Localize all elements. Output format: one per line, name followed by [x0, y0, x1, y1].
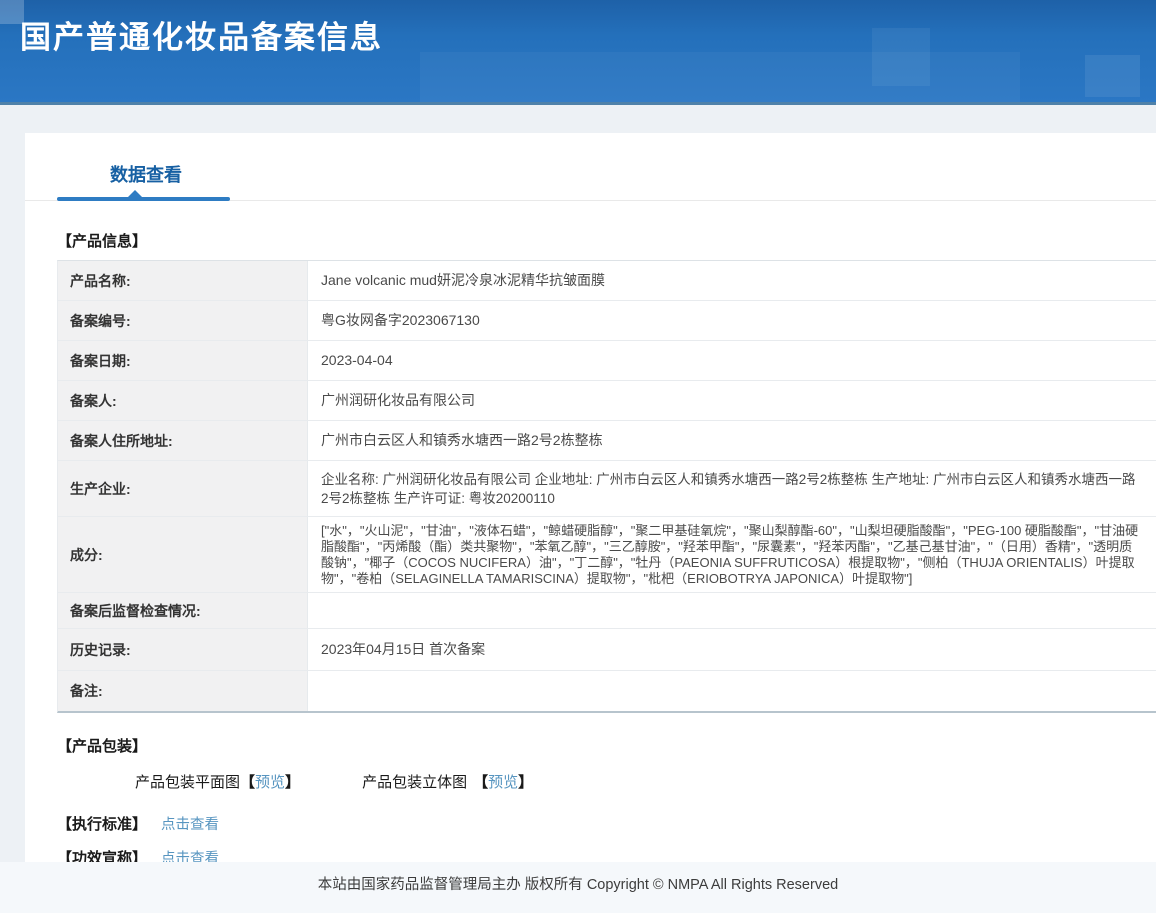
- table-row-ingredients: 成分: ["水"，"火山泥"，"甘油"，"液体石蜡"，"鲸蜡硬脂醇"，"聚二甲基…: [58, 517, 1156, 593]
- table-row-registration-date: 备案日期: 2023-04-04: [58, 341, 1156, 381]
- table-row-registrant-address: 备案人住所地址: 广州市白云区人和镇秀水塘西一路2号2栋整栋: [58, 421, 1156, 461]
- section-title-exec-standard: 【执行标准】: [57, 813, 147, 834]
- row-value: ["水"，"火山泥"，"甘油"，"液体石蜡"，"鲸蜡硬脂醇"，"聚二甲基硅氧烷"…: [308, 517, 1156, 592]
- bracket-open: 【: [473, 771, 488, 792]
- packaging-stereo-group: 产品包装立体图 【 预览 】: [362, 771, 533, 792]
- row-value: 企业名称: 广州润研化妆品有限公司 企业地址: 广州市白云区人和镇秀水塘西一路2…: [308, 461, 1156, 516]
- table-row-registrant: 备案人: 广州润研化妆品有限公司: [58, 381, 1156, 421]
- row-label: 备案编号:: [58, 301, 308, 340]
- tab-active-arrow-icon: [127, 190, 143, 198]
- tab-data-view[interactable]: 数据查看: [110, 161, 182, 187]
- row-value: 2023年04月15日 首次备案: [308, 629, 1156, 670]
- row-label: 备案后监督检查情况:: [58, 593, 308, 628]
- table-row-remarks: 备注:: [58, 671, 1156, 711]
- section-title-packaging: 【产品包装】: [57, 735, 1156, 756]
- exec-standard-view-link[interactable]: 点击查看: [161, 813, 219, 834]
- row-value: 广州润研化妆品有限公司: [308, 381, 1156, 420]
- bracket-open: 【: [240, 771, 255, 792]
- bracket-close: 】: [285, 771, 300, 792]
- exec-standard-section: 【执行标准】 点击查看: [57, 813, 1156, 834]
- product-info-table: 产品名称: Jane volcanic mud妍泥冷泉冰泥精华抗皱面膜 备案编号…: [57, 260, 1156, 713]
- row-label: 备注:: [58, 671, 308, 711]
- tab-active-indicator: [57, 197, 230, 201]
- row-label: 成分:: [58, 517, 308, 592]
- packaging-stereo-label: 产品包装立体图: [362, 771, 467, 792]
- section-title-product-info: 【产品信息】: [57, 230, 1156, 251]
- packaging-flat-label: 产品包装平面图: [135, 771, 240, 792]
- packaging-previews: 产品包装平面图 【 预览 】 产品包装立体图 【 预览 】: [135, 771, 1156, 792]
- header-decor-square: [1085, 55, 1140, 97]
- row-value: 广州市白云区人和镇秀水塘西一路2号2栋整栋: [308, 421, 1156, 460]
- row-label: 历史记录:: [58, 629, 308, 670]
- row-value: [308, 593, 1156, 628]
- row-value: 粤G妆网备字2023067130: [308, 301, 1156, 340]
- tab-bar: 数据查看: [25, 133, 1156, 203]
- table-row-supervision-check: 备案后监督检查情况:: [58, 593, 1156, 629]
- page-title: 国产普通化妆品备案信息: [20, 12, 383, 57]
- row-label: 备案日期:: [58, 341, 308, 380]
- row-value: 2023-04-04: [308, 341, 1156, 380]
- packaging-flat-preview-link[interactable]: 预览: [255, 771, 285, 792]
- bracket-close: 】: [518, 771, 533, 792]
- content-card: 数据查看 【产品信息】 产品名称: Jane volcanic mud妍泥冷泉冰…: [25, 133, 1156, 862]
- row-value: Jane volcanic mud妍泥冷泉冰泥精华抗皱面膜: [308, 261, 1156, 300]
- packaging-flat-group: 产品包装平面图 【 预览 】: [135, 771, 300, 792]
- table-row-product-name: 产品名称: Jane volcanic mud妍泥冷泉冰泥精华抗皱面膜: [58, 261, 1156, 301]
- table-row-registration-number: 备案编号: 粤G妆网备字2023067130: [58, 301, 1156, 341]
- row-label: 备案人:: [58, 381, 308, 420]
- footer-copyright: 本站由国家药品监督管理局主办 版权所有 Copyright © NMPA All…: [318, 873, 838, 894]
- table-row-history: 历史记录: 2023年04月15日 首次备案: [58, 629, 1156, 671]
- row-label: 生产企业:: [58, 461, 308, 516]
- row-label: 产品名称:: [58, 261, 308, 300]
- header-decor-band: [420, 52, 1020, 105]
- page-footer: 本站由国家药品监督管理局主办 版权所有 Copyright © NMPA All…: [0, 862, 1156, 913]
- table-row-manufacturer: 生产企业: 企业名称: 广州润研化妆品有限公司 企业地址: 广州市白云区人和镇秀…: [58, 461, 1156, 517]
- row-value: [308, 671, 1156, 711]
- row-label: 备案人住所地址:: [58, 421, 308, 460]
- packaging-stereo-preview-link[interactable]: 预览: [488, 771, 518, 792]
- page-header: 国产普通化妆品备案信息: [0, 0, 1156, 105]
